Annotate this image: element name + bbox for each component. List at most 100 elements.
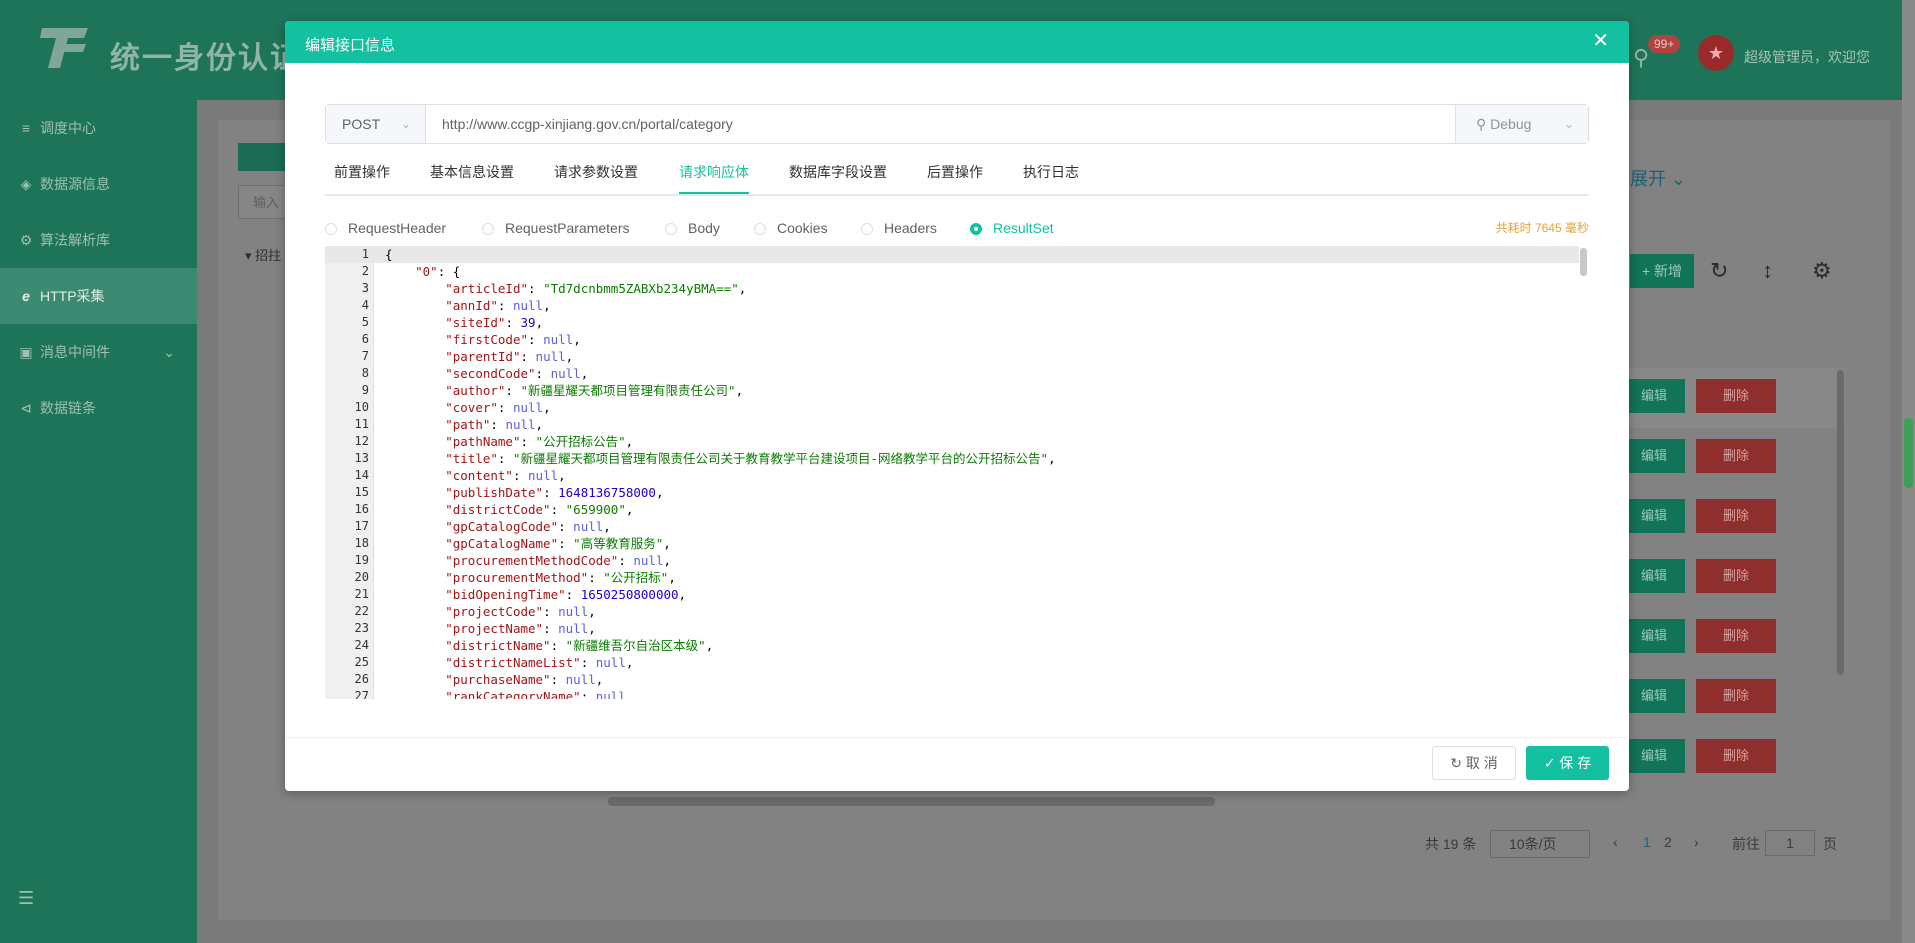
radio-label: RequestHeader bbox=[348, 220, 447, 236]
config-tabs: 前置操作 基本信息设置 请求参数设置 请求响应体 数据库字段设置 后置操作 执行… bbox=[325, 159, 1589, 196]
radio-circle bbox=[970, 223, 982, 235]
code-line: 4 "annId": null, bbox=[325, 297, 1579, 314]
tab-response-body[interactable]: 请求响应体 bbox=[679, 159, 749, 194]
table-horizontal-scrollbar[interactable] bbox=[608, 797, 1215, 806]
radio-label: Headers bbox=[884, 220, 937, 236]
page-number[interactable]: 1 bbox=[1643, 834, 1651, 850]
column-height-icon[interactable]: ↕ bbox=[1762, 258, 1773, 284]
delete-button[interactable]: 删除 bbox=[1696, 739, 1776, 773]
sidebar: ≡ 调度中心 ◈ 数据源信息 ⚙ 算法解析库 e HTTP采集 ▣ 消息中间件 ⌄ ⊲ 数据链… bbox=[0, 100, 197, 943]
editor-scrollbar[interactable] bbox=[1580, 248, 1587, 276]
sidebar-item-datasource[interactable]: ◈ 数据源信息 bbox=[0, 156, 197, 212]
edit-button[interactable]: 编辑 bbox=[1623, 559, 1685, 593]
dialog-title: 编辑接口信息 bbox=[305, 37, 396, 54]
line-code: "procurementMethodCode": null, bbox=[445, 553, 672, 568]
line-number: 10 bbox=[354, 400, 369, 414]
sidebar-item-chain[interactable]: ⊲ 数据链条 bbox=[0, 380, 197, 436]
chevron-down-icon: ⌄ bbox=[1563, 117, 1574, 131]
radio-request-parameters[interactable]: RequestParameters bbox=[482, 216, 630, 240]
delete-button[interactable]: 删除 bbox=[1696, 679, 1776, 713]
line-number: 16 bbox=[354, 502, 369, 516]
sidebar-item-mq[interactable]: ▣ 消息中间件 ⌄ bbox=[0, 324, 197, 380]
delete-button[interactable]: 删除 bbox=[1696, 619, 1776, 653]
line-number: 1 bbox=[361, 247, 369, 261]
page-number[interactable]: 2 bbox=[1664, 834, 1672, 850]
delete-button[interactable]: 删除 bbox=[1696, 379, 1776, 413]
prev-page-icon[interactable]: ‹ bbox=[1613, 834, 1618, 850]
radio-request-header[interactable]: RequestHeader bbox=[325, 216, 446, 240]
table-row-actions: 编辑 删除 bbox=[1623, 499, 1915, 535]
page-size-select[interactable]: 10条/页 bbox=[1490, 830, 1590, 858]
line-number: 21 bbox=[354, 587, 369, 601]
code-editor[interactable]: 1{2 "0": {3 "articleId": "Td7dcnbmm5ZABX… bbox=[325, 246, 1589, 699]
edit-button[interactable]: 编辑 bbox=[1623, 439, 1685, 473]
code-line: 2 "0": { bbox=[325, 263, 1579, 280]
dialog-header: 编辑接口信息 ✕ bbox=[285, 21, 1629, 63]
delete-button[interactable]: 删除 bbox=[1696, 499, 1776, 533]
line-number: 25 bbox=[354, 655, 369, 669]
goto-page-input[interactable]: 1 bbox=[1765, 830, 1815, 856]
tab-request-params[interactable]: 请求参数设置 bbox=[554, 159, 638, 192]
line-code: "siteId": 39, bbox=[445, 315, 544, 330]
expand-toggle[interactable]: 展开 ⌄ bbox=[1630, 165, 1686, 191]
radio-circle bbox=[665, 223, 677, 235]
sidebar-item-algorithm[interactable]: ⚙ 算法解析库 bbox=[0, 212, 197, 268]
sidebar-item-label: 数据链条 bbox=[40, 400, 96, 416]
table-row-actions: 编辑 删除 bbox=[1623, 739, 1915, 775]
close-icon[interactable]: ✕ bbox=[1592, 31, 1609, 51]
add-button[interactable]: + 新增 bbox=[1630, 254, 1694, 288]
radio-headers[interactable]: Headers bbox=[861, 216, 937, 240]
sidebar-item-http[interactable]: e HTTP采集 bbox=[0, 268, 197, 324]
edit-button[interactable]: 编辑 bbox=[1623, 739, 1685, 773]
edit-button[interactable]: 编辑 bbox=[1623, 379, 1685, 413]
line-number: 23 bbox=[354, 621, 369, 635]
save-button[interactable]: ✓ 保 存 bbox=[1526, 746, 1609, 780]
line-code: "publishDate": 1648136758000, bbox=[445, 485, 664, 500]
tree-node[interactable]: ▾ 招拄 bbox=[245, 245, 281, 264]
tab-basic-info[interactable]: 基本信息设置 bbox=[430, 159, 514, 192]
settings-icon[interactable]: ⚙ bbox=[1812, 258, 1832, 284]
code-line: 3 "articleId": "Td7dcnbmm5ZABXb234yBMA==… bbox=[325, 280, 1579, 297]
next-page-icon[interactable]: › bbox=[1694, 834, 1699, 850]
sidebar-item-scheduler[interactable]: ≡ 调度中心 bbox=[0, 100, 197, 156]
delete-button[interactable]: 删除 bbox=[1696, 439, 1776, 473]
tab-execution-log[interactable]: 执行日志 bbox=[1023, 159, 1079, 192]
line-code: "purchaseName": null, bbox=[445, 672, 604, 687]
menu-collapse-icon[interactable]: ☰ bbox=[18, 888, 34, 909]
line-number: 20 bbox=[354, 570, 369, 584]
tab-db-fields[interactable]: 数据库字段设置 bbox=[789, 159, 887, 192]
method-select[interactable]: POST ⌄ bbox=[326, 105, 426, 143]
radio-label: ResultSet bbox=[993, 220, 1054, 236]
tab-pre-operation[interactable]: 前置操作 bbox=[334, 159, 390, 192]
code-line: 20 "procurementMethod": "公开招标", bbox=[325, 569, 1579, 586]
code-line: 22 "projectCode": null, bbox=[325, 603, 1579, 620]
table-row-actions: 编辑 删除 bbox=[1623, 379, 1915, 415]
edit-button[interactable]: 编辑 bbox=[1623, 499, 1685, 533]
tab-post-operation[interactable]: 后置操作 bbox=[927, 159, 983, 192]
line-code: "path": null, bbox=[445, 417, 544, 432]
radio-body[interactable]: Body bbox=[665, 216, 720, 240]
line-code: "projectCode": null, bbox=[445, 604, 596, 619]
edit-interface-dialog: 编辑接口信息 ✕ POST ⌄ http://www.ccgp-xinjiang.… bbox=[285, 21, 1629, 791]
delete-button[interactable]: 删除 bbox=[1696, 559, 1776, 593]
avatar[interactable]: ★ bbox=[1698, 35, 1734, 71]
edit-button[interactable]: 编辑 bbox=[1623, 679, 1685, 713]
expand-label: 展开 bbox=[1630, 169, 1666, 189]
cancel-button[interactable]: ↻ 取 消 bbox=[1432, 746, 1516, 780]
page-scrollbar-thumb[interactable] bbox=[1904, 418, 1913, 488]
debug-button[interactable]: ⚲ Debug ⌄ bbox=[1455, 105, 1588, 143]
line-code: "rankCategoryName": null bbox=[445, 689, 626, 699]
table-vertical-scrollbar[interactable] bbox=[1837, 370, 1844, 675]
refresh-icon[interactable]: ↻ bbox=[1710, 258, 1728, 284]
radio-result-set[interactable]: ResultSet bbox=[970, 216, 1054, 240]
code-line: 25 "districtNameList": null, bbox=[325, 654, 1579, 671]
search-icon: ⚲ bbox=[1476, 116, 1487, 132]
sidebar-item-label: 消息中间件 bbox=[40, 344, 110, 360]
radio-label: Body bbox=[688, 220, 720, 236]
url-input[interactable]: http://www.ccgp-xinjiang.gov.cn/portal/c… bbox=[442, 105, 733, 143]
radio-cookies[interactable]: Cookies bbox=[754, 216, 828, 240]
edit-button[interactable]: 编辑 bbox=[1623, 619, 1685, 653]
line-code: "0": { bbox=[415, 264, 461, 279]
line-number: 26 bbox=[354, 672, 369, 686]
code-line: 14 "content": null, bbox=[325, 467, 1579, 484]
